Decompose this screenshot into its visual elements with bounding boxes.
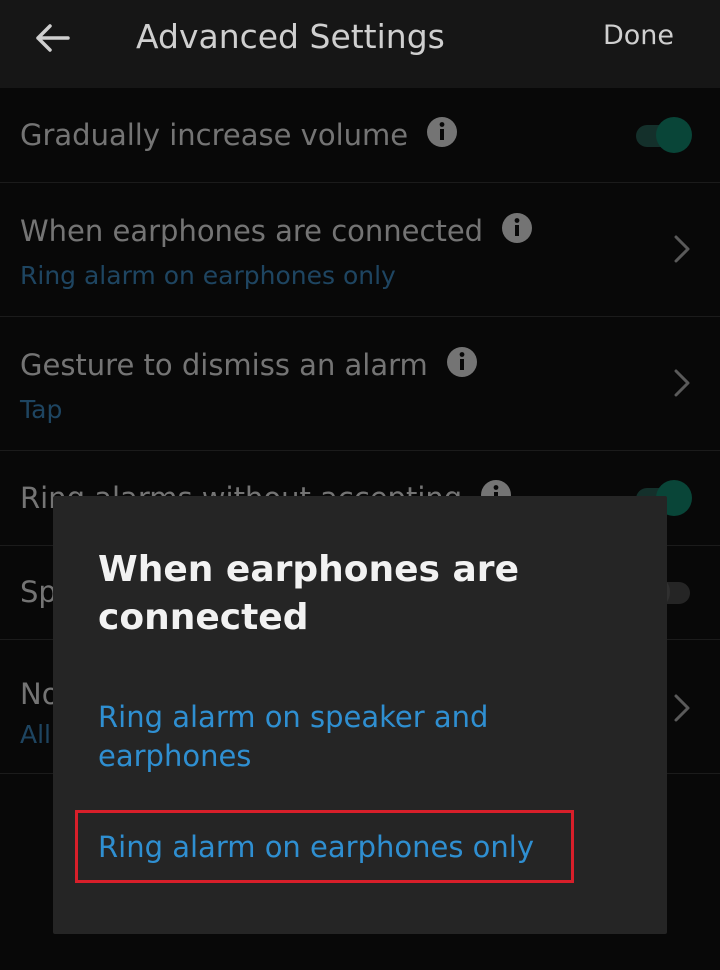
option-speaker-and-earphones[interactable]: Ring alarm on speaker and earphones <box>98 698 618 776</box>
highlight-box <box>75 810 574 883</box>
done-button[interactable]: Done <box>603 16 674 56</box>
back-arrow-icon[interactable] <box>34 20 74 56</box>
top-app-bar: Advanced Settings Done <box>0 0 720 88</box>
page-title: Advanced Settings <box>136 17 445 56</box>
dialog-title: When earphones are connected <box>98 549 519 638</box>
